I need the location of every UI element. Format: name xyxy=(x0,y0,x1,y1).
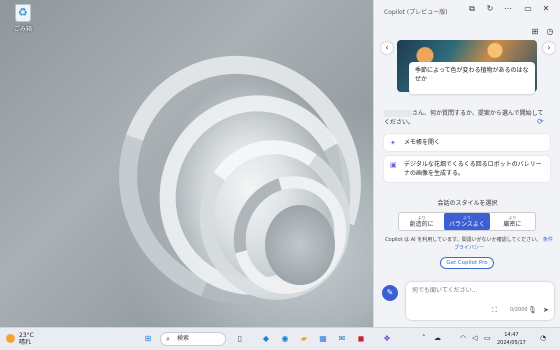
style-label: バランスよく xyxy=(449,221,485,228)
weather-widget[interactable]: 23°C 晴れ xyxy=(6,332,34,346)
clock-time: 14:47 xyxy=(504,332,519,338)
style-title: 会話のスタイルを選択 xyxy=(437,200,498,207)
suggestion-open-notepad[interactable]: ✦ メモ帳を開く xyxy=(384,134,550,151)
carousel-prev-button[interactable]: ‹ xyxy=(381,42,393,54)
file-explorer-icon[interactable]: ▰ xyxy=(298,333,310,345)
taskbar-search[interactable]: ⌕ 検索 xyxy=(160,332,226,346)
taskbar: 23°C 晴れ ⊞ ⌕ 検索 ▯ ◆ ◉ ▰ ▦ ✉ ◼ ❖ ˄ ☁ ◠ ◁ ▭… xyxy=(0,327,560,350)
suggestion-label: メモ帳を開く xyxy=(404,139,441,146)
history-icon[interactable]: ◷ xyxy=(544,27,556,36)
desktop-wallpaper: ごみ箱 xyxy=(0,0,373,327)
refresh-suggestions-icon[interactable]: ⟳ xyxy=(537,117,544,126)
recycle-bin-label: ごみ箱 xyxy=(13,26,32,33)
style-balanced-button[interactable]: より バランスよく xyxy=(444,213,490,230)
suggestion-label: デジタルな花畑でくるくる回るロボットのバレリーナの画像を生成する。 xyxy=(404,161,542,177)
style-label: 厳密に xyxy=(503,221,522,228)
style-prefix: より xyxy=(463,215,471,220)
weather-temp: 23°C xyxy=(19,332,34,339)
send-icon[interactable]: ➤ xyxy=(543,306,549,314)
copilot-title: Copilot (プレビュー版) xyxy=(384,9,448,16)
cloud-icon[interactable]: ☁ xyxy=(434,334,441,342)
greeting-text: さん、何か質問するか、提案から選んで開始してください。 xyxy=(384,109,544,127)
weather-condition: 晴れ xyxy=(19,339,32,346)
store-icon[interactable]: ▦ xyxy=(317,333,329,345)
sparkle-icon: ✦ xyxy=(390,139,396,147)
security-app-icon[interactable]: ◼ xyxy=(355,333,367,345)
style-prefix: より xyxy=(417,215,426,220)
battery-icon[interactable]: ▭ xyxy=(484,334,491,342)
new-topic-button[interactable]: ✎ xyxy=(382,285,398,301)
style-precise-button[interactable]: より 厳密に xyxy=(490,213,535,230)
get-copilot-pro-button[interactable]: Get Copilot Pro xyxy=(440,257,494,269)
search-icon: ⌕ xyxy=(166,335,170,343)
open-in-new-icon[interactable]: ⧉ xyxy=(466,4,478,14)
search-placeholder: 検索 xyxy=(177,335,190,342)
volume-icon[interactable]: ◁ xyxy=(472,334,477,342)
chevron-up-icon[interactable]: ˄ xyxy=(422,334,426,342)
privacy-link[interactable]: プライバシー xyxy=(454,245,484,251)
image-icon: ▣ xyxy=(390,161,397,169)
more-options-icon[interactable]: ⋯ xyxy=(502,4,514,13)
widgets-icon[interactable]: ◆ xyxy=(260,333,272,345)
copilot-panel: Copilot (プレビュー版) ⧉ ↻ ⋯ ▭ ✕ ⊞ ◷ ‹ 季節によって色… xyxy=(373,0,560,327)
recycle-bin-shortcut[interactable]: ごみ箱 xyxy=(6,4,40,33)
sun-icon xyxy=(6,334,15,343)
close-icon[interactable]: ✕ xyxy=(540,4,552,13)
microphone-icon[interactable]: 🎙 xyxy=(528,306,537,314)
edge-browser-icon[interactable]: ◉ xyxy=(279,333,291,345)
mail-icon[interactable]: ✉ xyxy=(336,333,348,345)
style-prefix: より xyxy=(508,215,517,220)
wifi-icon[interactable]: ◠ xyxy=(460,334,466,342)
system-clock[interactable]: 14:47 2024/05/17 xyxy=(497,331,526,347)
refresh-icon[interactable]: ↻ xyxy=(484,4,496,13)
carousel-card[interactable]: 季節によって色が変わる植物があるのはなぜか xyxy=(409,62,535,94)
plugins-icon[interactable]: ⊞ xyxy=(529,27,541,36)
chat-input-box: ⛶ 0/2000 🎙 ➤ xyxy=(406,282,554,320)
char-counter: 0/2000 xyxy=(510,307,528,313)
image-upload-icon[interactable]: ⛶ xyxy=(492,306,497,315)
notification-bell-icon[interactable]: ◔ xyxy=(540,334,546,342)
wallpaper-shape xyxy=(265,205,335,285)
terms-link[interactable]: 条件 xyxy=(543,237,553,243)
ai-disclaimer: Copilot は AI を利用しています。間違いがないか確認してください。 条… xyxy=(384,236,554,252)
disclaimer-text: Copilot は AI を利用しています。間違いがないか確認してください。 xyxy=(385,237,542,243)
task-view-icon[interactable]: ▯ xyxy=(234,333,246,345)
recycle-bin-icon xyxy=(15,4,31,22)
start-button[interactable]: ⊞ xyxy=(142,333,154,345)
conversation-style-selector: より 創造的に より バランスよく より 厳密に xyxy=(398,212,536,231)
carousel-next-button[interactable]: › xyxy=(543,42,555,54)
suggestion-carousel: ‹ 季節によって色が変わる植物があるのはなぜか › xyxy=(381,40,555,95)
clock-date: 2024/05/17 xyxy=(497,340,526,346)
style-label: 創造的に xyxy=(409,221,434,228)
chat-input[interactable] xyxy=(412,287,542,294)
copilot-taskbar-icon[interactable]: ❖ xyxy=(381,333,393,345)
user-name-redacted xyxy=(384,110,412,117)
style-creative-button[interactable]: より 創造的に xyxy=(399,213,444,230)
suggestion-generate-image[interactable]: ▣ デジタルな花畑でくるくる回るロボットのバレリーナの画像を生成する。 xyxy=(384,156,550,182)
dock-panel-icon[interactable]: ▭ xyxy=(522,4,534,13)
